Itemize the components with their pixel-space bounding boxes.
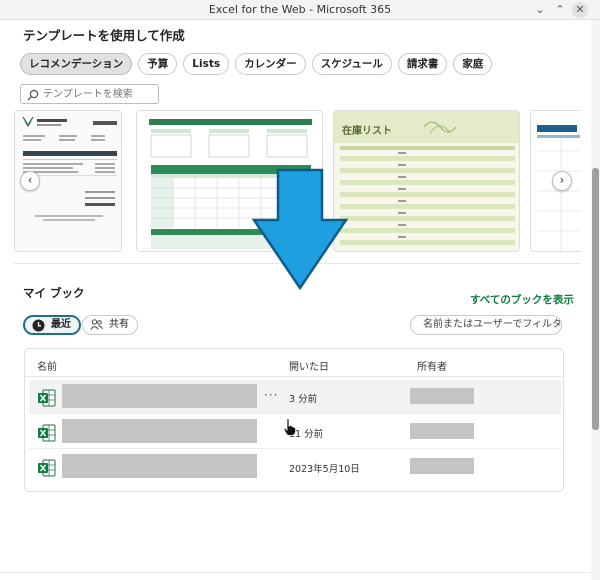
table-row[interactable]: 2023年5月10日 <box>29 450 561 484</box>
chip-schedule[interactable]: スケジュール <box>311 53 392 75</box>
show-all-books-link[interactable]: すべてのブックを表示 <box>470 292 574 307</box>
chip-home[interactable]: 家庭 <box>453 53 493 75</box>
minimize-button[interactable]: ⌄ <box>532 2 548 18</box>
file-name-redacted <box>62 384 257 408</box>
opened-time: 3 分前 <box>289 394 318 405</box>
template-search[interactable] <box>20 84 159 104</box>
column-header-opened[interactable]: 開いた日 <box>289 358 329 373</box>
vertical-scrollbar[interactable] <box>591 20 600 580</box>
file-name-redacted <box>62 419 257 443</box>
table-header: 名前 開いた日 所有者 <box>25 349 563 377</box>
filter-input[interactable]: 名前またはユーザーでフィルター... <box>410 315 562 335</box>
chip-calendar[interactable]: カレンダー <box>235 53 306 75</box>
owner-redacted <box>410 423 474 439</box>
templates-heading: テンプレートを使用して作成 <box>23 28 185 43</box>
excel-file-icon <box>38 389 56 407</box>
column-header-owner[interactable]: 所有者 <box>417 358 447 373</box>
chip-budget[interactable]: 予算 <box>138 53 178 75</box>
template-category-chips: レコメンデーション 予算 Lists カレンダー スケジュール 請求書 家庭 <box>20 53 493 75</box>
column-header-name[interactable]: 名前 <box>37 358 57 373</box>
maximize-button[interactable]: ⌃ <box>552 2 568 18</box>
table-row[interactable]: ··· 3 分前 <box>29 380 561 414</box>
tab-recent[interactable]: 最近 <box>23 315 81 335</box>
people-icon <box>90 319 103 330</box>
carousel-next-button[interactable]: › <box>552 171 572 191</box>
excel-file-icon <box>38 424 56 442</box>
my-books-heading: マイ ブック <box>23 286 85 300</box>
carousel-prev-button[interactable]: ‹ <box>20 171 40 191</box>
window-bottom-edge <box>0 572 591 573</box>
chip-invoice[interactable]: 請求書 <box>397 53 448 75</box>
chip-lists[interactable]: Lists <box>183 53 230 75</box>
tab-shared-label: 共有 <box>109 319 129 330</box>
tab-shared[interactable]: 共有 <box>82 315 138 335</box>
file-name-redacted <box>62 454 257 478</box>
inventory-card-title: 在庫リスト <box>342 126 392 137</box>
window-title: Excel for the Web - Microsoft 365 <box>208 3 392 16</box>
close-button[interactable]: ✕ <box>572 2 588 18</box>
hand-cursor-icon <box>283 418 296 436</box>
scroll-down-arrow-icon <box>252 168 348 290</box>
chip-recommendation[interactable]: レコメンデーション <box>20 53 133 75</box>
more-options-button[interactable]: ··· <box>264 388 278 402</box>
window-titlebar: Excel for the Web - Microsoft 365 ⌄ ⌃ ✕ <box>0 0 600 20</box>
scrollbar-thumb[interactable] <box>592 168 599 430</box>
template-search-input[interactable] <box>43 86 155 102</box>
template-card-inventory[interactable]: 在庫リスト <box>333 110 520 252</box>
owner-redacted <box>410 388 474 404</box>
clock-icon <box>32 319 45 332</box>
opened-time: 2023年5月10日 <box>289 464 360 475</box>
excel-file-icon <box>38 459 56 477</box>
search-icon <box>27 89 39 101</box>
tab-recent-label: 最近 <box>51 319 71 330</box>
owner-redacted <box>410 458 474 474</box>
